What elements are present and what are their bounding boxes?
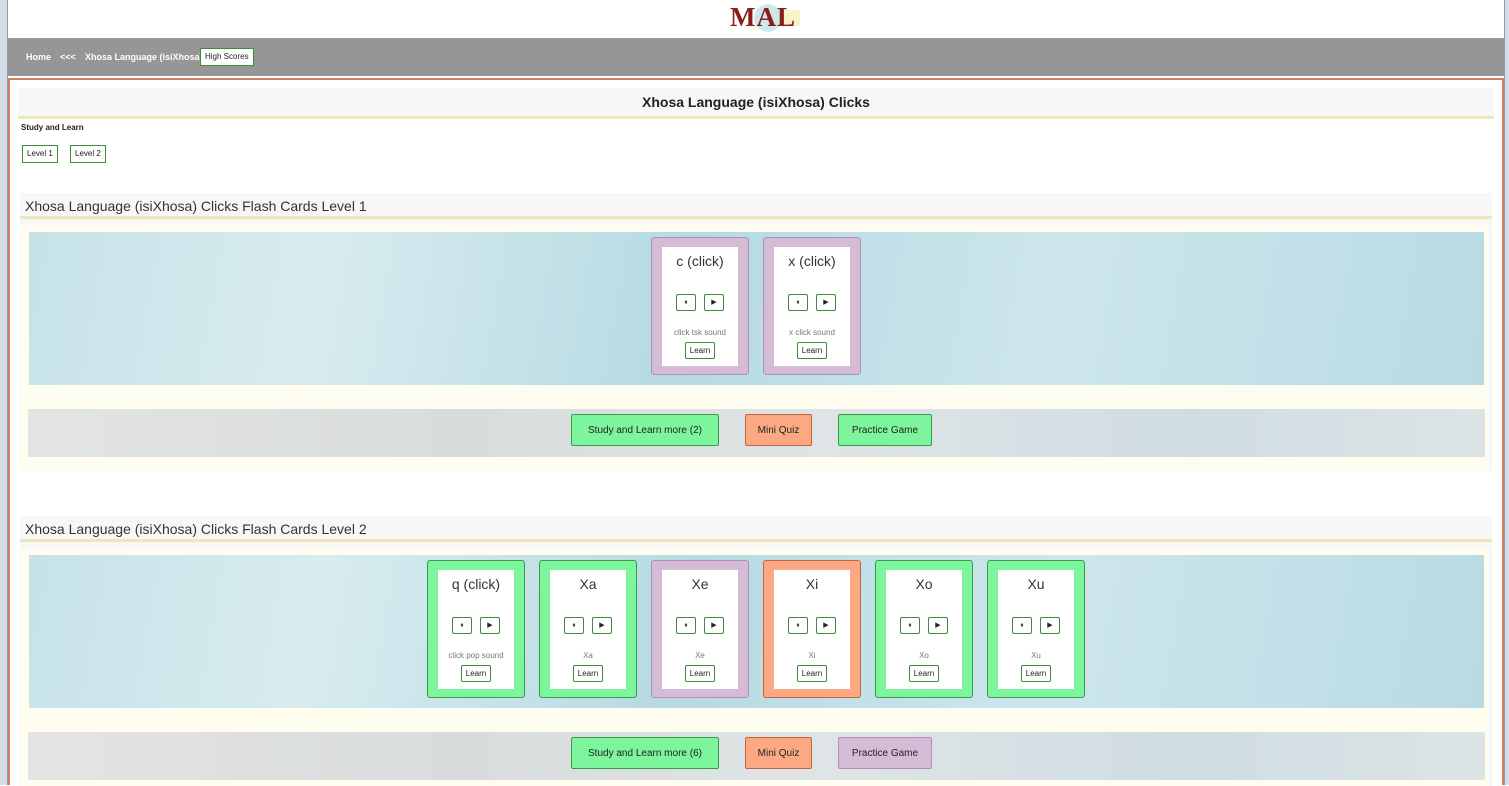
card-face: q (click) ⏸ ▶ click pop sound Learn [438,570,514,689]
flash-card[interactable]: Xi ⏸ ▶ Xi Learn [763,560,861,698]
mini-quiz-button[interactable]: Mini Quiz [745,737,812,769]
pause-button[interactable]: ⏸ [452,617,472,634]
site-header: MAL [8,0,1504,38]
practice-game-button[interactable]: Practice Game [838,737,932,769]
nav-home-link[interactable]: Home [26,52,51,62]
card-word: x (click) [788,253,836,269]
cards-panel: q (click) ⏸ ▶ click pop sound Learn Xa ⏸ ▶ Xa Lea… [29,555,1484,708]
flash-card[interactable]: Xe ⏸ ▶ Xe Learn [651,560,749,698]
cards-panel: c (click) ⏸ ▶ click tsk sound Learn x (click)… [29,232,1484,385]
flash-card[interactable]: c (click) ⏸ ▶ click tsk sound Learn [651,237,749,375]
section-body: c (click) ⏸ ▶ click tsk sound Learn x (click)… [21,225,1489,471]
window-frame-right [1504,0,1509,785]
card-description: Xe [695,651,705,660]
pause-button[interactable]: ⏸ [788,294,808,311]
learn-button[interactable]: Learn [797,665,827,682]
nav-back-link[interactable]: <<< [60,52,76,62]
learn-button[interactable]: Learn [685,665,715,682]
play-button[interactable]: ▶ [480,617,500,634]
card-face: Xo ⏸ ▶ Xo Learn [886,570,962,689]
learn-button[interactable]: Learn [1021,665,1051,682]
flash-card[interactable]: x (click) ⏸ ▶ x click sound Learn [763,237,861,375]
flash-card[interactable]: Xo ⏸ ▶ Xo Learn [875,560,973,698]
card-word: Xu [1027,576,1045,592]
practice-game-button[interactable]: Practice Game [838,414,932,446]
card-description: Xa [583,651,593,660]
card-description: click tsk sound [673,328,727,337]
pause-button[interactable]: ⏸ [1012,617,1032,634]
pause-button[interactable]: ⏸ [788,617,808,634]
mini-quiz-button[interactable]: Mini Quiz [745,414,812,446]
play-button[interactable]: ▶ [928,617,948,634]
learn-button[interactable]: Learn [573,665,603,682]
card-description: Xi [808,651,816,660]
logo-text: MAL [730,2,796,32]
play-button[interactable]: ▶ [704,617,724,634]
learn-button[interactable]: Learn [797,342,827,359]
play-button[interactable]: ▶ [704,294,724,311]
pause-button[interactable]: ⏸ [564,617,584,634]
high-scores-button[interactable]: High Scores [200,48,254,66]
nav-current-link[interactable]: Xhosa Language (isiXhosa) [85,52,203,62]
actions-panel: Study and Learn more (6) Mini Quiz Practic… [28,732,1485,780]
learn-button[interactable]: Learn [461,665,491,682]
learn-button[interactable]: Learn [909,665,939,682]
play-button[interactable]: ▶ [1040,617,1060,634]
section-title: Xhosa Language (isiXhosa) Clicks Flash C… [20,193,1492,219]
card-description: Xo [919,651,929,660]
flashcard-section-level-1: Xhosa Language (isiXhosa) Clicks Flash C… [20,193,1492,471]
card-description: Xu [1031,651,1041,660]
card-face: Xa ⏸ ▶ Xa Learn [550,570,626,689]
level-2-button[interactable]: Level 2 [70,145,106,163]
play-button[interactable]: ▶ [592,617,612,634]
navbar: Home <<< Xhosa Language (isiXhosa) High … [8,38,1504,76]
section-title: Xhosa Language (isiXhosa) Clicks Flash C… [20,516,1492,542]
flash-card[interactable]: Xa ⏸ ▶ Xa Learn [539,560,637,698]
flash-card[interactable]: Xu ⏸ ▶ Xu Learn [987,560,1085,698]
page-title: Xhosa Language (isiXhosa) Clicks [18,88,1494,119]
card-word: Xi [805,576,819,592]
actions-panel: Study and Learn more (2) Mini Quiz Practic… [28,409,1485,457]
main-content: Xhosa Language (isiXhosa) Clicks Study a… [8,78,1504,786]
study-learn-more-button[interactable]: Study and Learn more (6) [571,737,719,769]
card-word: Xa [579,576,597,592]
flash-card[interactable]: q (click) ⏸ ▶ click pop sound Learn [427,560,525,698]
card-face: Xi ⏸ ▶ Xi Learn [774,570,850,689]
study-and-learn-label: Study and Learn [21,123,84,132]
play-button[interactable]: ▶ [816,294,836,311]
card-face: Xe ⏸ ▶ Xe Learn [662,570,738,689]
section-body: q (click) ⏸ ▶ click pop sound Learn Xa ⏸ ▶ Xa Lea… [21,548,1489,786]
learn-button[interactable]: Learn [685,342,715,359]
level-1-button[interactable]: Level 1 [22,145,58,163]
card-description: x click sound [789,328,835,337]
card-face: c (click) ⏸ ▶ click tsk sound Learn [662,247,738,366]
card-word: q (click) [451,576,501,592]
card-word: c (click) [676,253,724,269]
study-learn-more-button[interactable]: Study and Learn more (2) [571,414,719,446]
card-description: click pop sound [448,651,504,660]
pause-button[interactable]: ⏸ [676,617,696,634]
card-face: Xu ⏸ ▶ Xu Learn [998,570,1074,689]
mal-logo[interactable]: MAL [730,2,800,34]
card-word: Xe [691,576,709,592]
window-frame-left [0,0,8,785]
pause-button[interactable]: ⏸ [676,294,696,311]
flashcard-section-level-2: Xhosa Language (isiXhosa) Clicks Flash C… [20,516,1492,786]
pause-button[interactable]: ⏸ [900,617,920,634]
card-face: x (click) ⏸ ▶ x click sound Learn [774,247,850,366]
card-word: Xo [915,576,933,592]
play-button[interactable]: ▶ [816,617,836,634]
